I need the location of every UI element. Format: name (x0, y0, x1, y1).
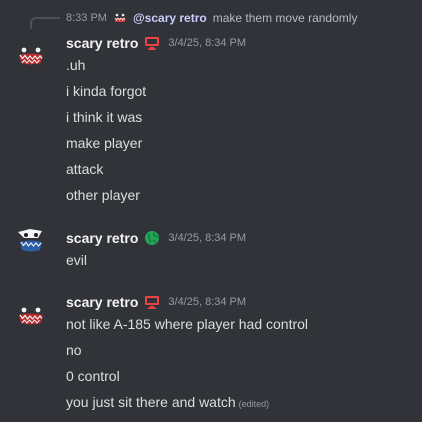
reply-time: 8:33 PM (66, 12, 107, 24)
reply-preview[interactable]: 8:33 PM @scary retro make them move rand… (66, 10, 357, 26)
message-text: other player (66, 187, 140, 203)
timestamp[interactable]: 3/4/25, 8:34 PM (168, 296, 246, 308)
reply-connector (30, 17, 60, 29)
username[interactable]: scary retro (66, 35, 138, 51)
avatar[interactable] (16, 41, 46, 71)
message-text: i think it was (66, 109, 143, 125)
reply-mention[interactable]: @scary retro (133, 11, 207, 25)
message-header: scary retro 3/4/25, 8:34 PM (66, 35, 246, 51)
globe-icon (145, 231, 160, 245)
computer-icon (145, 296, 160, 309)
avatar[interactable] (16, 301, 46, 331)
message-text: evil (66, 252, 88, 268)
message-text: i kinda forgot (66, 83, 147, 99)
message-text: .uh (66, 57, 86, 73)
username[interactable]: scary retro (66, 294, 138, 310)
message-text: no (66, 342, 82, 358)
timestamp[interactable]: 3/4/25, 8:34 PM (168, 37, 246, 49)
username[interactable]: scary retro (66, 230, 138, 246)
message-header: scary retro 3/4/25, 8:34 PM (66, 294, 246, 310)
message-text: attack (66, 161, 104, 177)
reply-text[interactable]: make them move randomly (213, 11, 358, 25)
avatar[interactable] (16, 226, 46, 256)
message-text: not like A-185 where player had control (66, 316, 309, 332)
message-text: 0 control (66, 368, 120, 384)
message-text: you just sit there and watch (edited) (66, 394, 269, 410)
reply-avatar-icon (112, 11, 127, 25)
computer-icon (145, 37, 160, 50)
message-text-content: you just sit there and watch (66, 394, 236, 410)
message-header: scary retro 3/4/25, 8:34 PM (66, 230, 246, 246)
message-text: make player (66, 135, 143, 151)
edited-label: (edited) (238, 399, 270, 409)
timestamp[interactable]: 3/4/25, 8:34 PM (168, 232, 246, 244)
